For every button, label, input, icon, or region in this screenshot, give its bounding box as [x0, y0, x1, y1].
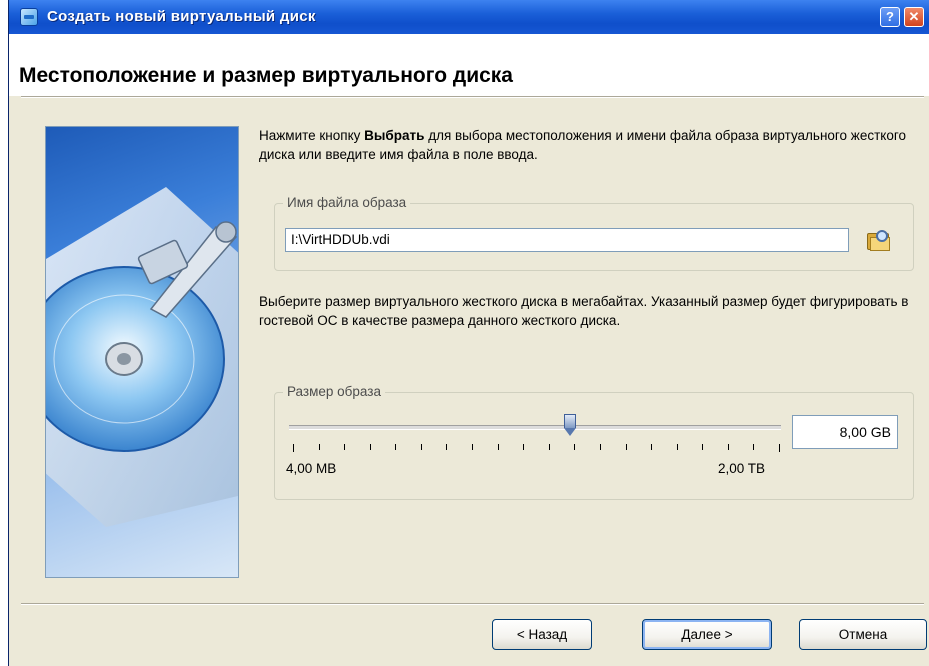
file-description-bold: Выбрать [364, 128, 425, 143]
slider-tick [599, 444, 601, 450]
slider-tick [676, 444, 678, 450]
hard-disk-icon [46, 187, 238, 527]
size-description-container: Выберите размер виртуального жесткого ди… [259, 292, 919, 330]
app-icon [20, 8, 38, 26]
header-panel: Местоположение и размер виртуального дис… [9, 34, 929, 96]
footer-divider [21, 603, 924, 605]
slider-tick [727, 444, 729, 450]
back-button[interactable]: < Назад [492, 619, 592, 650]
slider-tick [420, 444, 422, 450]
slider-tick [651, 444, 653, 450]
browse-button[interactable] [864, 227, 892, 253]
slider-tick [523, 444, 525, 450]
next-button[interactable]: Далее > [642, 619, 772, 650]
hard-disk-image [45, 126, 239, 578]
slider-tick [779, 444, 780, 452]
image-size-group-label: Размер образа [283, 384, 385, 399]
page-title: Местоположение и размер виртуального дис… [19, 64, 513, 87]
slider-tick [472, 444, 474, 450]
slider-tick [395, 444, 397, 450]
file-name-group-label: Имя файла образа [283, 195, 411, 210]
content-area: Нажмите кнопку Выбрать для выбора местоп… [259, 126, 919, 164]
slider-tick [702, 444, 704, 450]
title-bar[interactable]: Создать новый виртуальный диск ? ✕ [9, 0, 929, 34]
slider-tick [293, 444, 294, 452]
slider-max-label: 2,00 TB [718, 461, 766, 476]
slider-tick [753, 444, 755, 450]
size-description: Выберите размер виртуального жесткого ди… [259, 294, 909, 328]
window-title: Создать новый виртуальный диск [47, 8, 316, 25]
slider-tick [625, 444, 627, 450]
slider-tick [574, 444, 576, 450]
help-button[interactable]: ? [880, 7, 900, 27]
file-description: Нажмите кнопку Выбрать для выбора местоп… [259, 126, 919, 164]
slider-tick [497, 444, 499, 450]
header-divider [21, 96, 924, 98]
close-button[interactable]: ✕ [904, 7, 924, 27]
slider-tick [369, 444, 371, 450]
dialog-window: Создать новый виртуальный диск ? ✕ Место… [8, 0, 929, 666]
slider-tick [344, 444, 346, 450]
slider-tick [318, 444, 320, 450]
size-slider-thumb[interactable] [564, 414, 577, 436]
slider-min-label: 4,00 MB [286, 461, 337, 476]
size-slider-track[interactable] [289, 425, 781, 430]
cancel-button[interactable]: Отмена [799, 619, 927, 650]
size-value-input[interactable]: 8,00 GB [792, 415, 898, 449]
slider-tick [548, 444, 550, 450]
slider-tick [446, 444, 448, 450]
file-description-prefix: Нажмите кнопку [259, 128, 365, 143]
file-path-input[interactable]: I:\VirtHDDUb.vdi [285, 228, 849, 252]
